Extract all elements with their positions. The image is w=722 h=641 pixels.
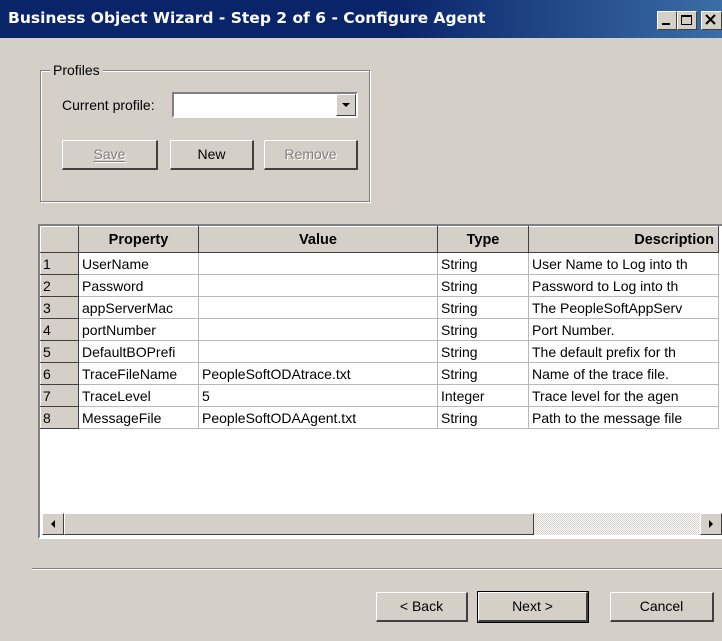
close-button[interactable] xyxy=(701,11,722,30)
new-button[interactable]: New xyxy=(170,140,254,170)
profiles-group-label: Profiles xyxy=(50,62,103,78)
save-button-label: Save xyxy=(93,146,126,162)
cancel-button[interactable]: Cancel xyxy=(610,592,714,622)
description-cell: Path to the message file xyxy=(528,406,719,429)
value-cell[interactable] xyxy=(198,252,438,275)
type-column-header[interactable]: Type xyxy=(437,226,529,253)
property-cell: MessageFile xyxy=(78,406,199,429)
type-cell: String xyxy=(437,340,529,363)
scroll-right-icon xyxy=(709,520,713,528)
row-number[interactable]: 6 xyxy=(40,362,79,385)
row-number[interactable]: 5 xyxy=(40,340,79,363)
value-cell[interactable]: PeopleSoftODAAgent.txt xyxy=(198,406,438,429)
current-profile-label: Current profile: xyxy=(62,97,155,113)
scroll-thumb[interactable] xyxy=(64,513,534,535)
minimize-button[interactable] xyxy=(657,11,677,30)
combo-dropdown-button[interactable] xyxy=(336,94,356,116)
back-button[interactable]: < Back xyxy=(376,592,468,622)
row-number[interactable]: 8 xyxy=(40,406,79,429)
wizard-window: Business Object Wizard - Step 2 of 6 - C… xyxy=(0,0,722,641)
table-row[interactable]: 1 UserName String User Name to Log into … xyxy=(40,252,719,275)
property-cell: DefaultBOPrefi xyxy=(78,340,199,363)
value-cell[interactable]: 5 xyxy=(198,384,438,407)
chevron-down-icon xyxy=(342,103,350,107)
maximize-button[interactable] xyxy=(677,11,697,30)
description-column-header[interactable]: Description xyxy=(528,226,719,253)
description-cell: User Name to Log into th xyxy=(528,252,719,275)
scroll-left-icon xyxy=(51,520,55,528)
type-cell: String xyxy=(437,252,529,275)
current-profile-combobox[interactable] xyxy=(172,92,358,118)
type-cell: Integer xyxy=(437,384,529,407)
scroll-right-button[interactable] xyxy=(700,513,722,535)
minimize-icon xyxy=(662,23,670,25)
row-number[interactable]: 2 xyxy=(40,274,79,297)
table-row[interactable]: 7 TraceLevel 5 Integer Trace level for t… xyxy=(40,384,719,407)
value-cell[interactable] xyxy=(198,296,438,319)
property-cell: UserName xyxy=(78,252,199,275)
table-row[interactable]: 5 DefaultBOPrefi String The default pref… xyxy=(40,340,719,363)
row-number[interactable]: 7 xyxy=(40,384,79,407)
value-cell[interactable] xyxy=(198,274,438,297)
close-icon xyxy=(705,14,716,25)
property-cell: Password xyxy=(78,274,199,297)
horizontal-scrollbar[interactable] xyxy=(42,513,722,535)
type-cell: String xyxy=(437,362,529,385)
next-button-label: Next > xyxy=(512,598,553,614)
row-number[interactable]: 1 xyxy=(40,252,79,275)
type-cell: String xyxy=(437,296,529,319)
value-column-header[interactable]: Value xyxy=(198,226,438,253)
property-cell: portNumber xyxy=(78,318,199,341)
next-button[interactable]: Next > xyxy=(477,591,589,623)
properties-table: Property Value Type Description 1 UserNa… xyxy=(40,226,719,429)
value-cell[interactable] xyxy=(198,340,438,363)
description-cell: Trace level for the agen xyxy=(528,384,719,407)
cancel-button-label: Cancel xyxy=(639,598,684,614)
properties-grid[interactable]: Property Value Type Description 1 UserNa… xyxy=(38,224,722,539)
table-row[interactable]: 8 MessageFile PeopleSoftODAAgent.txt Str… xyxy=(40,406,719,429)
remove-button-label: Remove xyxy=(284,146,337,162)
footer-separator xyxy=(32,568,722,570)
window-title: Business Object Wizard - Step 2 of 6 - C… xyxy=(8,9,486,27)
row-number[interactable]: 3 xyxy=(40,296,79,319)
remove-button[interactable]: Remove xyxy=(264,140,358,170)
description-cell: Password to Log into th xyxy=(528,274,719,297)
table-row[interactable]: 3 appServerMac String The PeopleSoftAppS… xyxy=(40,296,719,319)
description-cell: The PeopleSoftAppServ xyxy=(528,296,719,319)
description-cell: Port Number. xyxy=(528,318,719,341)
description-cell: Name of the trace file. xyxy=(528,362,719,385)
value-cell[interactable] xyxy=(198,318,438,341)
property-column-header[interactable]: Property xyxy=(78,226,199,253)
value-cell[interactable]: PeopleSoftODAtrace.txt xyxy=(198,362,438,385)
table-row[interactable]: 4 portNumber String Port Number. xyxy=(40,318,719,341)
maximize-icon xyxy=(681,15,692,25)
property-cell: appServerMac xyxy=(78,296,199,319)
description-cell: The default prefix for th xyxy=(528,340,719,363)
type-cell: String xyxy=(437,274,529,297)
grid-header-row: Property Value Type Description xyxy=(40,226,719,253)
back-button-label: < Back xyxy=(399,598,444,614)
profiles-group xyxy=(40,70,370,202)
title-bar[interactable]: Business Object Wizard - Step 2 of 6 - C… xyxy=(0,0,722,38)
type-cell: String xyxy=(437,406,529,429)
table-row[interactable]: 2 Password String Password to Log into t… xyxy=(40,274,719,297)
property-cell: TraceLevel xyxy=(78,384,199,407)
scroll-left-button[interactable] xyxy=(42,513,64,535)
type-cell: String xyxy=(437,318,529,341)
property-cell: TraceFileName xyxy=(78,362,199,385)
save-button[interactable]: Save xyxy=(62,140,158,170)
scroll-track[interactable] xyxy=(534,513,700,535)
row-number-header[interactable] xyxy=(40,226,79,253)
row-number[interactable]: 4 xyxy=(40,318,79,341)
new-button-label: New xyxy=(197,146,226,162)
table-row[interactable]: 6 TraceFileName PeopleSoftODAtrace.txt S… xyxy=(40,362,719,385)
